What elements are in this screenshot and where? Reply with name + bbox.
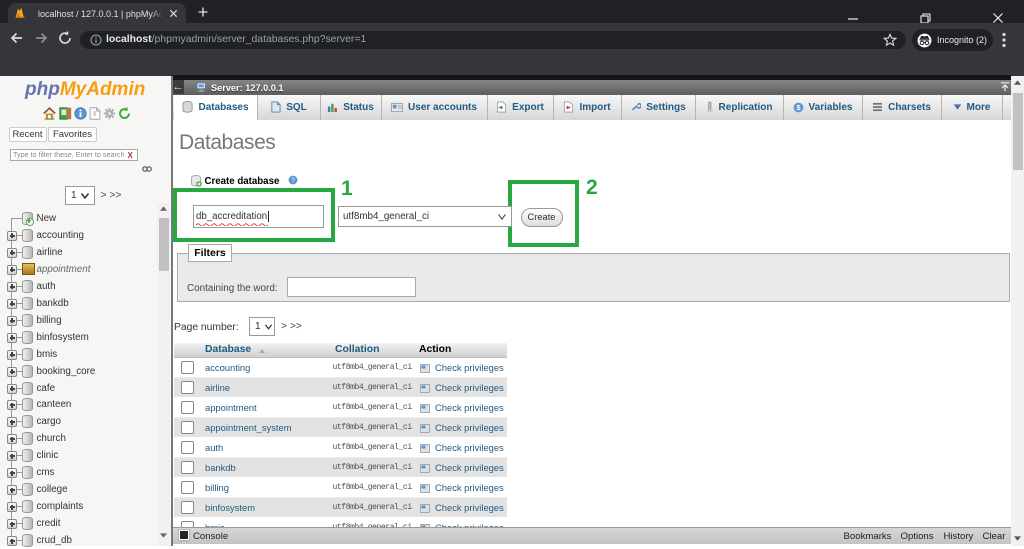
svg-text:$: $ xyxy=(796,103,800,112)
svg-text:?: ? xyxy=(291,178,295,185)
